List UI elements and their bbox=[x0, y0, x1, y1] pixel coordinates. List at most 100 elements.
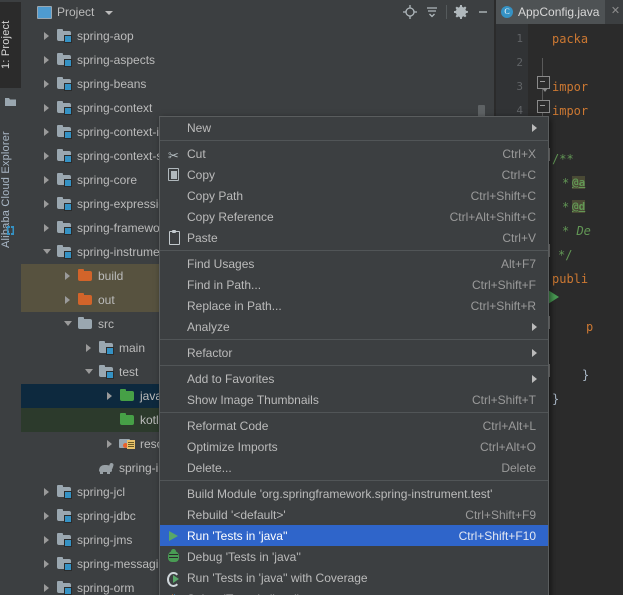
chevron-right-icon[interactable] bbox=[43, 559, 52, 569]
chevron-right-icon[interactable] bbox=[43, 103, 52, 113]
menu-item-shortcut: Ctrl+Alt+Shift+C bbox=[449, 209, 536, 224]
menu-item[interactable]: Select 'Tests in 'java'' bbox=[160, 588, 548, 595]
cloud-icon bbox=[4, 224, 17, 237]
menu-item-label: Rebuild '<default>' bbox=[187, 507, 286, 522]
module-folder-icon bbox=[56, 148, 72, 163]
module-folder-icon bbox=[56, 580, 72, 595]
excluded-folder-icon bbox=[77, 268, 93, 283]
chevron-right-icon[interactable] bbox=[106, 439, 115, 449]
project-panel-title: Project bbox=[57, 5, 95, 19]
menu-item[interactable]: Paste Ctrl+V bbox=[160, 227, 548, 248]
menu-item[interactable]: Replace in Path... Ctrl+Shift+R bbox=[160, 295, 548, 316]
locate-target-icon[interactable] bbox=[399, 0, 421, 24]
menu-item[interactable]: Copy Ctrl+C bbox=[160, 164, 548, 185]
chevron-right-icon[interactable] bbox=[43, 175, 52, 185]
submenu-arrow-icon bbox=[532, 322, 537, 331]
menu-item-shortcut: Ctrl+Shift+C bbox=[470, 188, 536, 203]
run-gutter-icon[interactable] bbox=[548, 290, 559, 304]
menu-separator bbox=[160, 250, 548, 251]
paste-icon bbox=[165, 229, 180, 245]
chevron-down-icon[interactable] bbox=[43, 248, 52, 257]
menu-item-label: Delete... bbox=[187, 460, 232, 475]
menu-item-label: Show Image Thumbnails bbox=[187, 392, 319, 407]
chevron-right-icon[interactable] bbox=[43, 31, 52, 41]
menu-item-label: Select 'Tests in 'java'' bbox=[187, 592, 299, 595]
line-number: 1 bbox=[516, 32, 523, 45]
menu-item[interactable]: New bbox=[160, 117, 548, 138]
menu-item-shortcut: Delete bbox=[501, 460, 536, 475]
menu-item-shortcut: Ctrl+Alt+O bbox=[479, 439, 536, 454]
menu-item-label: Reformat Code bbox=[187, 418, 269, 433]
collapse-all-icon[interactable] bbox=[421, 0, 443, 24]
line-number: 3 bbox=[516, 80, 523, 93]
menu-item[interactable]: Build Module 'org.springframework.spring… bbox=[160, 483, 548, 504]
chevron-right-icon[interactable] bbox=[43, 79, 52, 89]
menu-item[interactable]: Run 'Tests in 'java'' with Coverage bbox=[160, 567, 548, 588]
chevron-right-icon[interactable] bbox=[43, 55, 52, 65]
chevron-down-icon[interactable] bbox=[85, 368, 94, 377]
chevron-right-icon[interactable] bbox=[43, 223, 52, 233]
menu-item-shortcut: Ctrl+V bbox=[502, 230, 536, 245]
source-folder-icon bbox=[119, 412, 135, 427]
menu-item[interactable]: Add to Favorites bbox=[160, 368, 548, 389]
fold-box-import2[interactable] bbox=[537, 100, 550, 113]
menu-item[interactable]: Delete... Delete bbox=[160, 457, 548, 478]
chevron-right-icon[interactable] bbox=[43, 199, 52, 209]
menu-item[interactable]: Run 'Tests in 'java'' Ctrl+Shift+F10 bbox=[160, 525, 548, 546]
menu-item-label: Copy Path bbox=[187, 188, 244, 203]
context-menu[interactable]: New ✂ Cut Ctrl+X Copy Ctrl+C Copy Path Ctrl+Shi… bbox=[159, 116, 549, 595]
gear-icon[interactable] bbox=[450, 0, 472, 24]
menu-item[interactable]: Copy Reference Ctrl+Alt+Shift+C bbox=[160, 206, 548, 227]
javadoc-tag: @a bbox=[572, 176, 586, 189]
tree-row[interactable]: spring-beans bbox=[21, 72, 496, 96]
tree-row-label: spring-jcl bbox=[77, 485, 126, 499]
module-folder-icon bbox=[56, 508, 72, 523]
menu-separator bbox=[160, 140, 548, 141]
chevron-right-icon[interactable] bbox=[43, 511, 52, 521]
fold-box-imports[interactable] bbox=[537, 76, 550, 92]
menu-item-shortcut: Ctrl+Shift+F9 bbox=[465, 507, 536, 522]
chevron-right-icon[interactable] bbox=[64, 271, 73, 281]
menu-item[interactable]: Analyze bbox=[160, 316, 548, 337]
tree-row-label: spring-expression bbox=[77, 197, 172, 211]
tree-row-label: spring-aspects bbox=[77, 53, 156, 67]
menu-item[interactable]: Reformat Code Ctrl+Alt+L bbox=[160, 415, 548, 436]
chevron-right-icon[interactable] bbox=[43, 583, 52, 593]
menu-item-shortcut: Ctrl+Shift+T bbox=[471, 392, 536, 407]
menu-item[interactable]: Debug 'Tests in 'java'' bbox=[160, 546, 548, 567]
tree-row-label: spring-orm bbox=[77, 581, 135, 595]
menu-item[interactable]: Rebuild '<default>' Ctrl+Shift+F9 bbox=[160, 504, 548, 525]
tool-window-tab-alibaba-cloud-explorer[interactable]: Alibaba Cloud Explorer bbox=[0, 120, 21, 260]
editor-tab-appconfig[interactable]: C AppConfig.java bbox=[496, 0, 606, 24]
menu-item[interactable]: Find Usages Alt+F7 bbox=[160, 253, 548, 274]
chevron-right-icon[interactable] bbox=[43, 535, 52, 545]
menu-item[interactable]: ✂ Cut Ctrl+X bbox=[160, 143, 548, 164]
minimize-icon[interactable] bbox=[472, 0, 494, 24]
chevron-right-icon[interactable] bbox=[43, 487, 52, 497]
tree-row[interactable]: spring-aspects bbox=[21, 48, 496, 72]
chevron-right-icon[interactable] bbox=[85, 343, 94, 353]
menu-item[interactable]: Copy Path Ctrl+Shift+C bbox=[160, 185, 548, 206]
chevron-right-icon[interactable] bbox=[106, 391, 115, 401]
chevron-right-icon[interactable] bbox=[43, 151, 52, 161]
tool-window-tab-project[interactable]: 1: Project bbox=[0, 2, 21, 88]
chevron-down-icon[interactable] bbox=[64, 320, 73, 329]
code-line: */ bbox=[558, 248, 573, 262]
line-number: 2 bbox=[516, 56, 523, 69]
menu-item[interactable]: Find in Path... Ctrl+Shift+F bbox=[160, 274, 548, 295]
tree-row-label: out bbox=[98, 293, 115, 307]
code-line: impor bbox=[552, 104, 589, 118]
menu-item[interactable]: Show Image Thumbnails Ctrl+Shift+T bbox=[160, 389, 548, 410]
menu-item[interactable]: Refactor bbox=[160, 342, 548, 363]
chevron-down-icon[interactable] bbox=[105, 11, 113, 15]
tree-row-label: build bbox=[98, 269, 124, 283]
menu-item-label: Replace in Path... bbox=[187, 298, 282, 313]
menu-item[interactable]: Optimize Imports Ctrl+Alt+O bbox=[160, 436, 548, 457]
tree-row[interactable]: spring-aop bbox=[21, 24, 496, 48]
chevron-right-icon[interactable] bbox=[43, 127, 52, 137]
menu-item-label: Copy bbox=[187, 167, 216, 182]
tree-row-label: spring-beans bbox=[77, 77, 147, 91]
module-folder-icon bbox=[98, 340, 114, 355]
chevron-right-icon[interactable] bbox=[64, 295, 73, 305]
close-icon[interactable]: ✕ bbox=[610, 6, 621, 17]
